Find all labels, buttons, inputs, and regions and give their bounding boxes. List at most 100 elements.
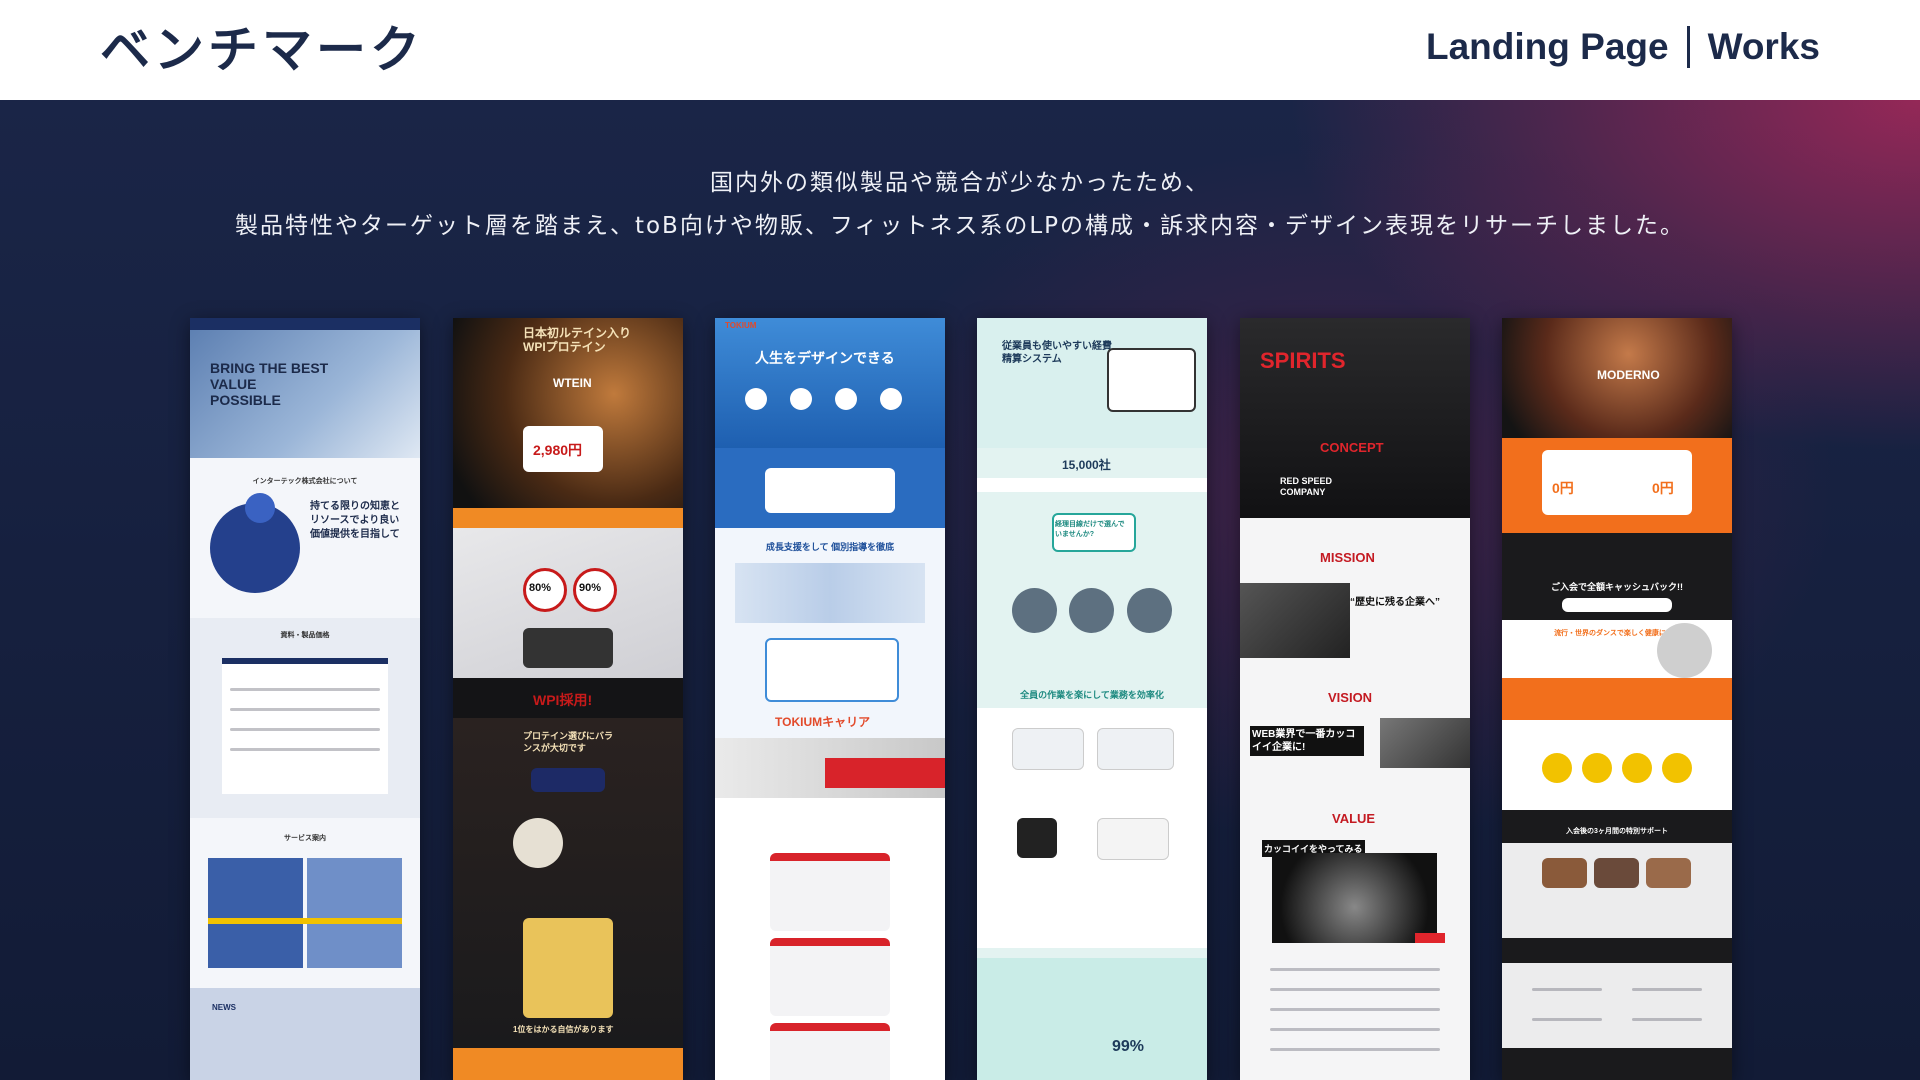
text-line: [1632, 988, 1702, 991]
price-2: 0円: [1652, 480, 1674, 496]
gallery-photo: [1646, 858, 1691, 888]
footer-brand: TOKIUMキャリア: [775, 715, 871, 729]
step-card: [770, 938, 890, 1016]
section-title: 全員の作業を楽にして業務を効率化: [1020, 690, 1164, 700]
cta-text: WPI採用!: [533, 692, 593, 708]
concept-label: CONCEPT: [1320, 440, 1384, 455]
text-line: [1632, 1018, 1702, 1021]
price-1: 0円: [1552, 480, 1574, 496]
lp-thumbnail-expense[interactable]: 従業員も使いやすい経費精算システム 15,000社 経理目線だけで選んでいません…: [977, 318, 1207, 1080]
persona-circle: [1127, 588, 1172, 633]
persona-circle: [1069, 588, 1114, 633]
vision-photo: [1380, 718, 1470, 768]
lp-thumbnail-corporate[interactable]: SPIRITS CONCEPT RED SPEED COMPANY MISSIO…: [1240, 318, 1470, 1080]
hero-banner: [715, 318, 945, 448]
nav-works[interactable]: Works: [1708, 26, 1820, 68]
footer-text: 入会後の3ヶ月間の特別サポート: [1566, 828, 1668, 835]
form-line: [230, 708, 380, 711]
product-photo: [513, 818, 563, 868]
info-card: [765, 638, 899, 702]
device-mockup: [1107, 348, 1196, 412]
profile-circle: [745, 388, 767, 410]
news-section: [190, 988, 420, 1080]
text-line: [1270, 1008, 1440, 1011]
company-count: 15,000社: [1062, 458, 1111, 472]
feature-hex: [1622, 753, 1652, 783]
text-line: [1270, 988, 1440, 991]
orange-wave: [1502, 678, 1732, 720]
value-label: VALUE: [1332, 811, 1376, 826]
dancer-photo: [1657, 623, 1712, 678]
service-label-bar: [208, 918, 402, 924]
product-badge: [531, 768, 605, 792]
phone-mockup: [1017, 818, 1057, 858]
vision-text: WEB業界で一番カッコイイ企業に!: [1250, 726, 1364, 756]
step-card: [770, 853, 890, 931]
profile-circle: [880, 388, 902, 410]
profile-circle: [790, 388, 812, 410]
form-line: [230, 688, 380, 691]
form-panel: [222, 658, 388, 794]
red-accent: [1415, 933, 1445, 943]
campaign-text: ご入会で全額キャッシュバック!!: [1551, 582, 1683, 592]
phone-mockup: [1097, 818, 1169, 860]
gallery-photo: [1594, 858, 1639, 888]
card-tagline: プロテイン選びにバランスが大切です: [523, 731, 614, 753]
nav-landing-page[interactable]: Landing Page: [1426, 26, 1669, 68]
text-line: [1270, 968, 1440, 971]
feature-hex: [1582, 753, 1612, 783]
product-name: WTEIN: [553, 376, 592, 390]
vision-label: VISION: [1328, 690, 1373, 705]
people-photo: [735, 563, 925, 623]
header: ベンチマーク Landing Page Works: [0, 0, 1920, 100]
support-section: [1502, 963, 1732, 1048]
stat-2: 90%: [579, 582, 602, 594]
red-banner: [825, 758, 945, 788]
section-title: 成長支援をして 個別指導を徹底: [765, 542, 895, 552]
diagram-circle: [245, 493, 275, 523]
price: 2,980円: [533, 442, 583, 458]
step-card: [770, 1023, 890, 1080]
description-line-1: 国内外の類似製品や競合が少なかったため、: [710, 170, 1210, 196]
header-nav: Landing Page Works: [1426, 26, 1820, 68]
comparison-table: [523, 918, 613, 1018]
card-headline: 従業員も使いやすい経費精算システム: [1002, 341, 1112, 365]
lp-thumbnail-fitness[interactable]: MODERNO 0円 0円 ご入会で全額キャッシュバック!! 流行・世界のダンス…: [1502, 318, 1732, 1080]
result-value: 99%: [1112, 1038, 1145, 1055]
news-label: NEWS: [212, 1003, 236, 1012]
page-title: ベンチマーク: [100, 21, 424, 79]
mission-label: MISSION: [1320, 550, 1375, 565]
service-title: サービス案内: [284, 835, 326, 842]
brand: TOKIUM: [725, 321, 757, 330]
lp-thumbnail-protein[interactable]: 日本初ルテイン入りWPIプロテイン WTEIN 2,980円 80% 90% W…: [453, 318, 683, 1080]
card-headline: 人生をデザインできる: [755, 350, 895, 366]
service-photos: [208, 858, 402, 968]
mission-photo: [1240, 583, 1350, 658]
form-title: 資料・製品価格: [280, 632, 330, 639]
form-line: [230, 728, 380, 731]
hero-section: 国内外の類似製品や競合が少なかったため、 製品特性やターゲット層を踏まえ、toB…: [0, 100, 1920, 1080]
cta-button[interactable]: [1562, 598, 1672, 612]
card-tagline: 持てる限りの知恵とリソースでより良い価値提供を目指して: [310, 501, 400, 540]
screenshot: [1012, 728, 1084, 770]
text-line: [1270, 1028, 1440, 1031]
logo-strip: [977, 478, 1207, 492]
card-headline: 日本初ルテイン入りWPIプロテイン: [523, 326, 632, 354]
company-name: RED SPEED COMPANY: [1280, 476, 1333, 497]
card-headline: SPIRITS: [1260, 348, 1346, 373]
footer-text: 1位をはかる自信があります: [513, 1025, 614, 1034]
result-section: [977, 958, 1207, 1080]
brand: MODERNO: [1597, 368, 1660, 382]
nav-strip: [190, 318, 420, 330]
info-box: [523, 628, 613, 668]
form-line: [230, 748, 380, 751]
screenshot: [1097, 728, 1174, 770]
lp-thumbnail-list: BRING THE BEST VALUE POSSIBLE インターテック株式会…: [190, 318, 1732, 1080]
lp-thumbnail-b2b[interactable]: BRING THE BEST VALUE POSSIBLE インターテック株式会…: [190, 318, 420, 1080]
lp-thumbnail-career[interactable]: TOKIUM 人生をデザインできる 成長支援をして 個別指導を徹底 TOKIUM…: [715, 318, 945, 1080]
mission-quote: “歴史に残る企業へ”: [1350, 597, 1440, 608]
card-headline: BRING THE BEST VALUE POSSIBLE: [210, 360, 329, 408]
feature-hex: [1662, 753, 1692, 783]
question-text: 経理目線だけで選んでいませんか?: [1055, 521, 1125, 538]
text-line: [1532, 1018, 1602, 1021]
